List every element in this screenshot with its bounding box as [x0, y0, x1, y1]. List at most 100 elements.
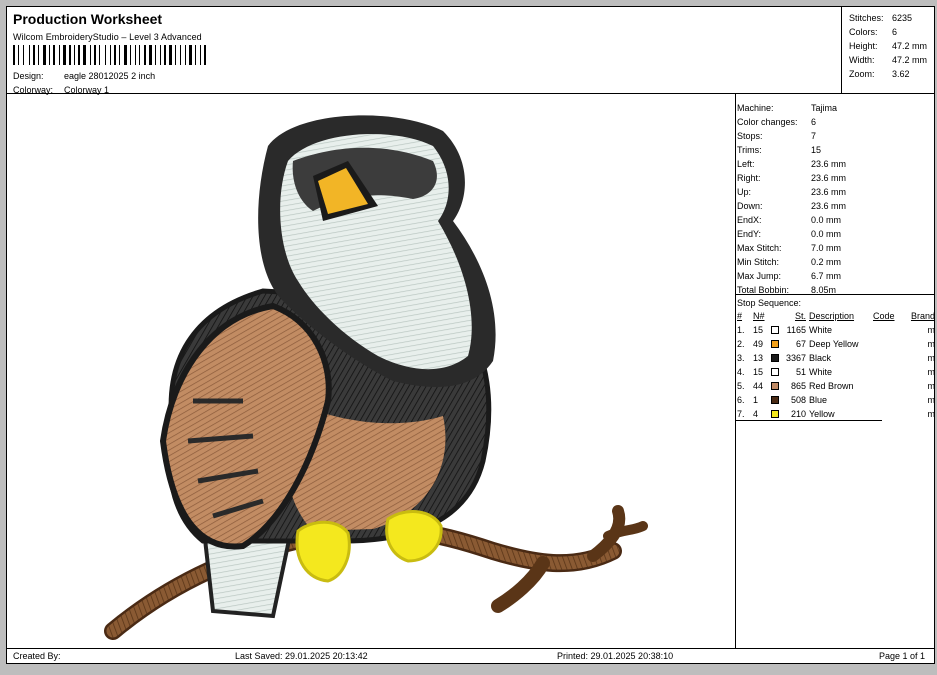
stat-stitches: Stitches: 6235 — [849, 11, 927, 25]
info-label: Up: — [737, 187, 752, 197]
seq-brand: m — [927, 353, 936, 363]
info-value: 6.7 mm — [811, 271, 842, 281]
info-value: 0.2 mm — [811, 257, 842, 267]
stat-height: Height: 47.2 mm — [849, 39, 927, 53]
info-value: 6 — [811, 117, 817, 127]
stat-label: Colors: — [849, 27, 878, 37]
col-num: # — [737, 311, 743, 321]
info-row: Down: 23.6 mm — [737, 199, 846, 213]
color-swatch — [771, 396, 784, 404]
header-divider — [7, 93, 934, 94]
seq-stitches: 51 — [795, 367, 806, 377]
seq-needle: 49 — [753, 339, 764, 349]
seq-stitches: 508 — [790, 395, 806, 405]
seq-brand: m — [927, 409, 936, 419]
color-swatch — [771, 410, 784, 418]
info-row: Left: 23.6 mm — [737, 157, 846, 171]
sequence-row: 1. 15 1165 White m — [737, 323, 936, 337]
info-value: 23.6 mm — [811, 187, 847, 197]
info-label: Color changes: — [737, 117, 798, 127]
info-value: 7.0 mm — [811, 243, 842, 253]
seq-needle: 44 — [753, 381, 764, 391]
sequence-row: 7. 4 210 Yellow m — [737, 407, 936, 421]
stat-label: Stitches: — [849, 13, 884, 23]
stat-value: 47.2 mm — [892, 55, 928, 65]
design-value: eagle 28012025 2 inch — [64, 71, 156, 81]
seq-num: 4. — [737, 367, 745, 377]
design-stats: Stitches: 6235 Colors: 6 Height: 47.2 mm Wi… — [849, 11, 927, 81]
stop-sequence: Stop Sequence: # N# St. Description Code… — [737, 296, 936, 421]
stat-width: Width: 47.2 mm — [849, 53, 927, 67]
page-title: Production Worksheet — [13, 11, 163, 27]
col-description: Description — [809, 311, 855, 321]
color-swatch — [771, 326, 784, 334]
seq-needle: 15 — [753, 367, 764, 377]
stat-value: 6235 — [892, 13, 913, 23]
info-label: Max Stitch: — [737, 243, 782, 253]
seq-brand: m — [927, 367, 936, 377]
seq-description: Deep Yellow — [809, 339, 859, 349]
info-row: Up: 23.6 mm — [737, 185, 846, 199]
seq-description: White — [809, 367, 833, 377]
seq-brand: m — [927, 339, 936, 349]
info-label: Max Jump: — [737, 271, 782, 281]
color-swatch — [771, 340, 784, 348]
info-value: Tajima — [811, 103, 838, 113]
info-value: 0.0 mm — [811, 215, 842, 225]
info-label: Right: — [737, 173, 761, 183]
seq-brand: m — [927, 395, 936, 405]
footer-divider — [7, 648, 934, 649]
info-row: Stops: 7 — [737, 129, 846, 143]
col-stitches: St. — [794, 311, 806, 321]
colorway-label: Colorway: — [13, 85, 54, 95]
color-swatch — [771, 354, 784, 362]
seq-stitches: 3367 — [785, 353, 806, 363]
sequence-row: 4. 15 51 White m — [737, 365, 936, 379]
info-value: 23.6 mm — [811, 201, 847, 211]
footer-printed: Printed: 29.01.2025 20:38:10 — [557, 651, 674, 661]
info-row: Right: 23.6 mm — [737, 171, 846, 185]
embroidery-design-preview — [104, 115, 648, 640]
seq-needle: 13 — [753, 353, 764, 363]
info-row: Machine: Tajima — [737, 101, 846, 115]
stop-sequence-columns: # N# St. Description Code Brand — [737, 310, 936, 323]
seq-num: 5. — [737, 381, 745, 391]
seq-num: 3. — [737, 353, 745, 363]
color-swatch — [771, 368, 784, 376]
seq-stitches: 1165 — [786, 325, 806, 335]
info-row: Min Stitch: 0.2 mm — [737, 255, 846, 269]
seq-num: 7. — [737, 409, 745, 419]
info-label: Trims: — [737, 145, 762, 155]
print-preview-frame: Production Worksheet Wilcom EmbroiderySt… — [0, 0, 937, 675]
stat-value: 47.2 mm — [892, 41, 928, 51]
seq-brand: m — [927, 381, 936, 391]
info-label: Left: — [737, 159, 755, 169]
info-label: Total Bobbin: — [737, 285, 790, 295]
seq-needle: 15 — [753, 325, 764, 335]
info-row: Color changes: 6 — [737, 115, 846, 129]
worksheet-page: Production Worksheet Wilcom EmbroiderySt… — [6, 6, 935, 664]
info-label: Stops: — [737, 131, 763, 141]
info-value: 23.6 mm — [811, 159, 847, 169]
stat-value: 6 — [892, 27, 898, 37]
color-swatch — [771, 382, 784, 390]
stat-label: Width: — [849, 55, 875, 65]
stats-divider — [841, 7, 842, 93]
seq-description: Yellow — [809, 409, 835, 419]
seq-description: Blue — [809, 395, 828, 405]
seq-description: White — [809, 325, 833, 335]
seq-brand: m — [927, 325, 936, 335]
info-label: EndX: — [737, 215, 762, 225]
barcode-image — [13, 45, 206, 65]
stop-sequence-heading: Stop Sequence: — [737, 298, 802, 308]
seq-description: Black — [809, 353, 832, 363]
col-needle: N# — [753, 311, 765, 321]
info-value: 7 — [811, 131, 817, 141]
info-row: EndX: 0.0 mm — [737, 213, 846, 227]
sequence-row: 5. 44 865 Red Brown m — [737, 379, 936, 393]
footer-created-by: Created By: — [13, 651, 61, 661]
design-label: Design: — [13, 71, 44, 81]
sequence-row: 6. 1 508 Blue m — [737, 393, 936, 407]
seq-num: 1. — [737, 325, 745, 335]
stat-value: 3.62 — [892, 69, 910, 79]
